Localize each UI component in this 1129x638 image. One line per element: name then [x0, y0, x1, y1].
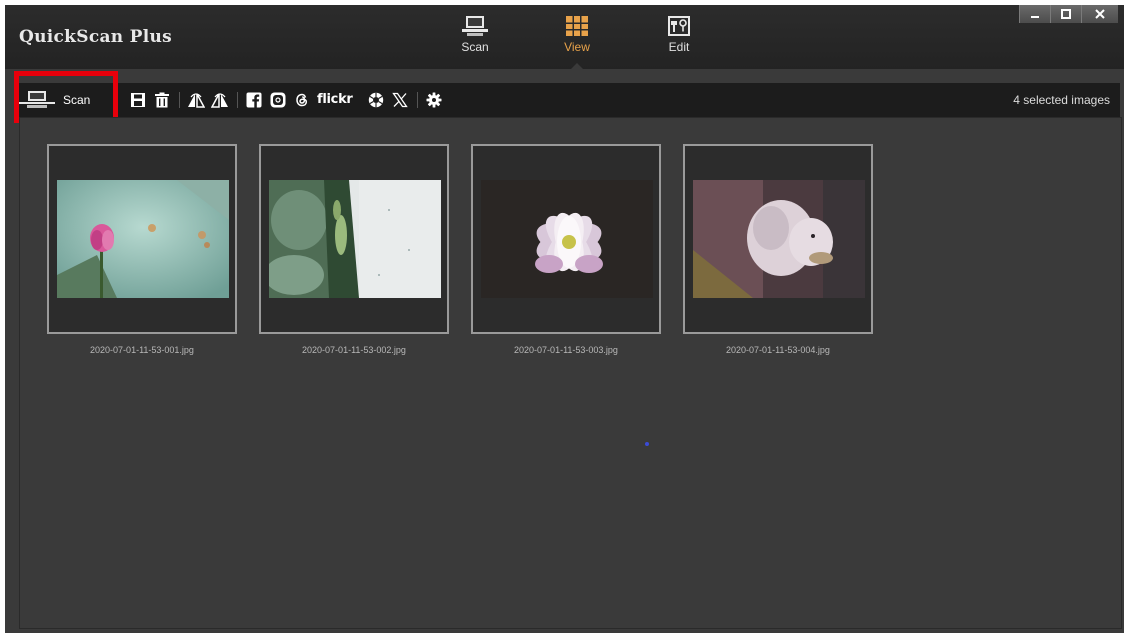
thumbnail-filename: 2020-07-01-11-53-001.jpg — [90, 345, 194, 355]
thumbnail-filename: 2020-07-01-11-53-003.jpg — [514, 345, 618, 355]
image-gallery: 2020-07-01-11-53-001.jpg 2020-07-01-11-5… — [19, 117, 1122, 629]
x-icon — [392, 92, 408, 108]
flickr-share-button[interactable]: flickr — [317, 92, 353, 107]
threads-icon — [296, 93, 308, 107]
trash-icon — [155, 92, 169, 108]
image-thumbnail[interactable] — [259, 144, 449, 334]
picasa-icon — [368, 92, 384, 108]
maximize-button[interactable] — [1050, 5, 1081, 23]
scan-button[interactable]: Scan — [19, 85, 115, 115]
delete-button[interactable] — [153, 91, 171, 109]
minimize-button[interactable] — [1019, 5, 1050, 23]
flip-vertical-button[interactable] — [211, 91, 229, 109]
flip-horizontal-icon — [188, 93, 205, 108]
picasa-share-button[interactable] — [367, 91, 385, 109]
thumbnail-filename: 2020-07-01-11-53-002.jpg — [302, 345, 406, 355]
facebook-icon — [246, 92, 262, 108]
toolbar-separator — [179, 92, 180, 108]
tab-edit-label: Edit — [668, 40, 690, 54]
gear-icon — [426, 92, 442, 108]
thumbnail-image — [481, 180, 653, 298]
instagram-share-button[interactable] — [269, 91, 287, 109]
scanner-icon — [462, 16, 488, 36]
app-window: QuickScan Plus Scan View Edit Scan flick… — [5, 5, 1124, 633]
toolbar: Scan flickr 4 selected images — [15, 83, 1120, 117]
close-button[interactable] — [1081, 5, 1118, 23]
toolbar-separator — [417, 92, 418, 108]
minimize-icon — [1031, 16, 1039, 18]
tab-view[interactable]: View — [547, 13, 607, 69]
toolbar-separator — [237, 92, 238, 108]
image-thumbnail[interactable] — [471, 144, 661, 334]
tab-scan[interactable]: Scan — [445, 13, 505, 67]
thumbnail-filename: 2020-07-01-11-53-004.jpg — [726, 345, 830, 355]
settings-button[interactable] — [425, 91, 443, 109]
active-tab-indicator — [571, 63, 583, 69]
thumbnail-image — [57, 180, 229, 298]
selected-count: 4 selected images — [1013, 93, 1110, 107]
tab-edit[interactable]: Edit — [649, 13, 709, 67]
thumbnail-image — [269, 180, 441, 298]
close-icon — [1095, 9, 1105, 19]
facebook-share-button[interactable] — [245, 91, 263, 109]
window-controls — [1019, 5, 1118, 23]
image-thumbnail[interactable] — [683, 144, 873, 334]
threads-share-button[interactable] — [293, 91, 311, 109]
flip-horizontal-button[interactable] — [187, 91, 205, 109]
tab-scan-label: Scan — [461, 40, 489, 54]
tab-view-label: View — [564, 40, 590, 54]
save-icon — [131, 93, 145, 107]
edit-tools-icon — [668, 16, 690, 36]
instagram-icon — [270, 92, 286, 108]
grid-icon — [566, 16, 588, 36]
title-bar: QuickScan Plus Scan View Edit — [5, 5, 1124, 69]
app-title: QuickScan Plus — [19, 27, 173, 47]
image-thumbnail[interactable] — [47, 144, 237, 334]
loading-dot — [645, 442, 649, 446]
scanner-icon — [19, 91, 55, 108]
flip-vertical-icon — [211, 93, 228, 108]
thumbnail-image — [693, 180, 865, 298]
maximize-icon — [1061, 9, 1071, 19]
save-button[interactable] — [129, 91, 147, 109]
scan-button-label: Scan — [63, 93, 91, 107]
x-share-button[interactable] — [391, 91, 409, 109]
